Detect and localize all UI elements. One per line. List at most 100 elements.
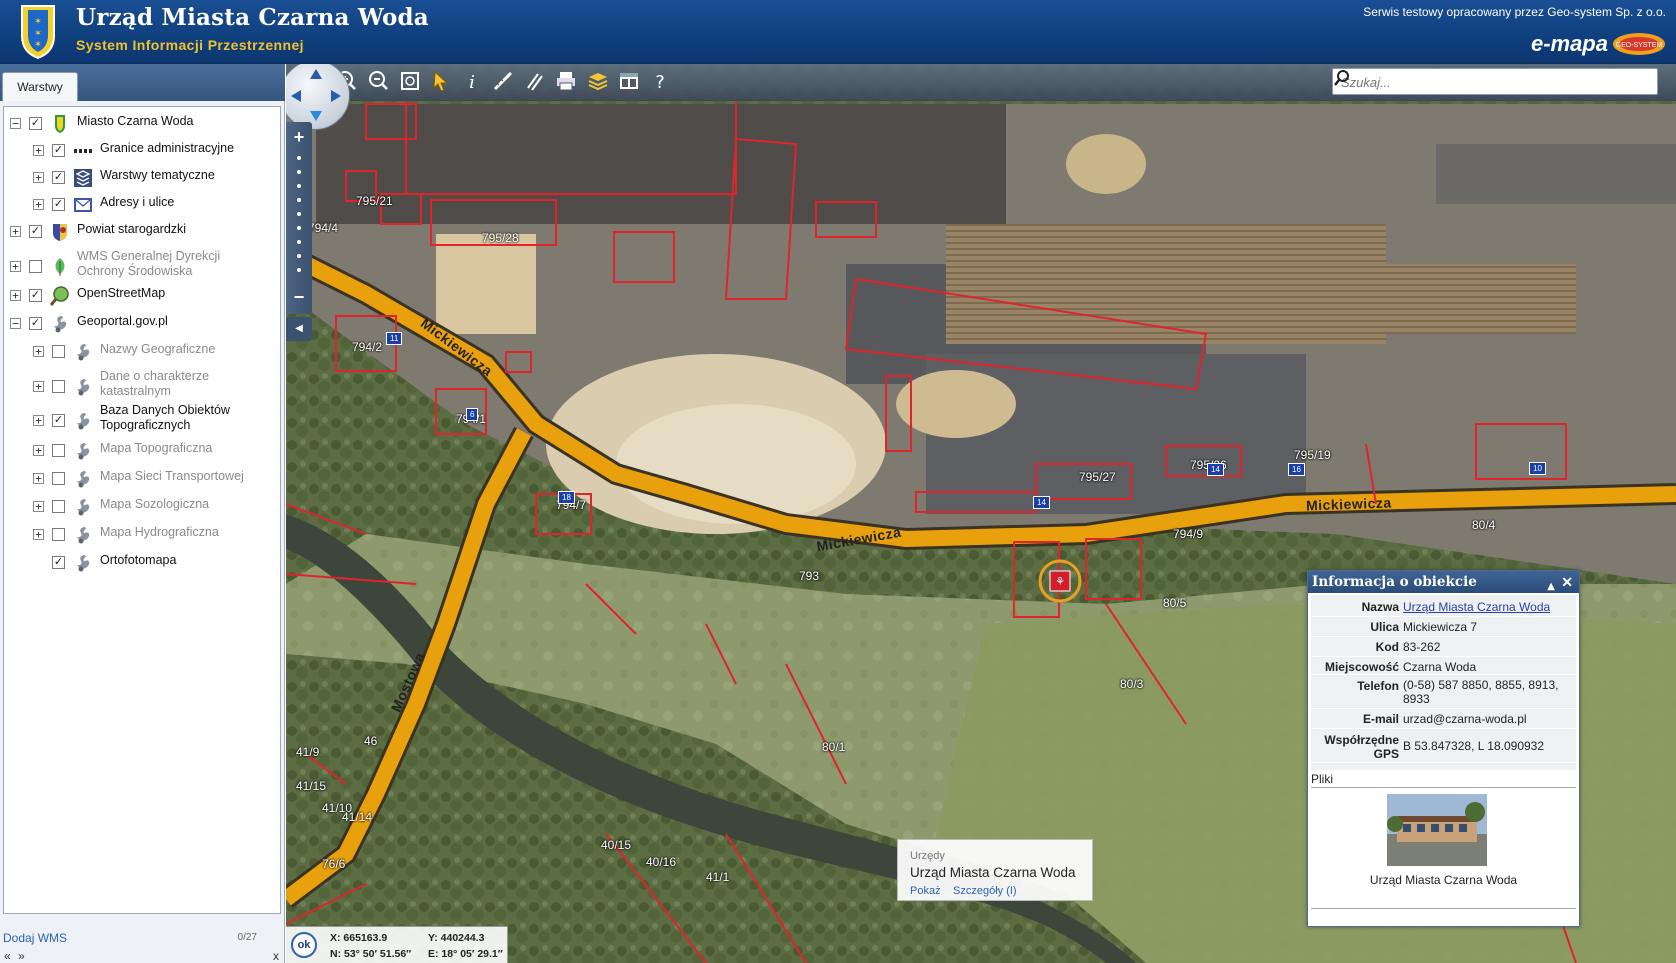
measure-area-tool-icon[interactable] (523, 69, 551, 97)
zoom-out-tool-icon[interactable] (366, 69, 394, 97)
zoom-extent-tool-icon[interactable] (398, 69, 426, 97)
layer-checkbox[interactable] (52, 500, 65, 513)
layer-checkbox[interactable]: ✓ (52, 198, 65, 211)
layer-label[interactable]: Mapa Sieci Transportowej (100, 469, 244, 484)
layer-label[interactable]: Miasto Czarna Woda (77, 114, 194, 129)
zoom-level-tick[interactable] (297, 198, 301, 202)
zoom-level-tick[interactable] (297, 212, 301, 216)
tooltip-show-link[interactable]: Pokaż (910, 885, 941, 897)
layer-label[interactable]: Mapa Hydrograficzna (100, 525, 219, 540)
collapse-toggle[interactable]: − (10, 318, 21, 329)
zoom-slider[interactable]: + − (286, 122, 312, 314)
layers-stack-icon (74, 169, 92, 187)
layer-checkbox[interactable]: ✓ (29, 225, 42, 238)
measure-distance-tool-icon[interactable] (491, 69, 519, 97)
tooltip-details-link[interactable]: Szczegóły (I) (953, 885, 1017, 897)
building-photo-thumbnail[interactable] (1387, 794, 1487, 866)
layer-checkbox[interactable]: ✓ (52, 556, 65, 569)
expand-toggle[interactable]: + (33, 529, 44, 540)
expand-toggle[interactable]: + (10, 261, 21, 272)
layer-checkbox[interactable]: ✓ (52, 144, 65, 157)
svg-text:✶: ✶ (34, 28, 42, 38)
info-tool-icon[interactable]: i (460, 69, 488, 97)
layer-label-line: WMS Generalnej Dyrekcji (77, 249, 221, 263)
brand-link[interactable]: e-mapa GEO-SYSTEM (1531, 30, 1666, 58)
layer-label[interactable]: Nazwy Geograficzne (100, 342, 215, 357)
zoom-level-tick[interactable] (297, 240, 301, 244)
layer-checkbox[interactable] (52, 380, 65, 393)
layer-label-line: Granice administracyjne (100, 141, 235, 155)
collapse-panel-button[interactable]: ◀ (286, 317, 312, 341)
expand-toggle[interactable]: + (33, 346, 44, 357)
layer-label[interactable]: Granice administracyjne (100, 141, 234, 156)
panel-close-button[interactable]: x (273, 949, 279, 963)
layer-label-line: Dane o charakterze (100, 369, 210, 383)
zoom-in-button[interactable]: + (289, 128, 309, 148)
info-key: E-mail (1362, 712, 1399, 726)
expand-toggle[interactable]: + (10, 226, 21, 237)
layer-checkbox[interactable]: ✓ (52, 171, 65, 184)
object-name-link[interactable]: Urząd Miasta Czarna Woda (1403, 600, 1550, 614)
layer-label[interactable]: Dane o charakterze katastralnym (100, 369, 209, 399)
collapse-toggle[interactable]: − (10, 118, 21, 129)
print-tool-icon[interactable] (554, 69, 582, 97)
layer-checkbox[interactable]: ✓ (52, 414, 65, 427)
tab-layers[interactable]: Warstwy (2, 72, 78, 101)
layer-checkbox[interactable] (52, 444, 65, 457)
layer-label[interactable]: Baza Danych Obiektów Topograficznych (100, 403, 230, 433)
layer-label[interactable]: Adresy i ulice (100, 195, 174, 210)
add-wms-link[interactable]: Dodaj WMS (3, 931, 67, 945)
layer-label[interactable]: Geoportal.gov.pl (77, 314, 168, 329)
zoom-level-tick[interactable] (297, 156, 301, 160)
layer-label[interactable]: Mapa Topograficzna (100, 441, 212, 456)
expand-toggle[interactable]: + (33, 415, 44, 426)
search-icon[interactable] (1333, 69, 1351, 87)
layer-checkbox[interactable] (52, 528, 65, 541)
expand-toggle[interactable]: + (33, 381, 44, 392)
tooltip-category: Urzędy (910, 850, 945, 862)
layer-checkbox[interactable]: ✓ (29, 117, 42, 130)
layer-label[interactable]: Powiat starogardzki (77, 222, 186, 237)
layer-checkbox[interactable]: ✓ (29, 289, 42, 302)
layer-checkbox[interactable] (52, 345, 65, 358)
layer-label[interactable]: Mapa Sozologiczna (100, 497, 209, 512)
layer-checkbox[interactable] (52, 472, 65, 485)
zoom-level-tick[interactable] (297, 254, 301, 258)
layer-row: + ✓ Adresy i ulice (4, 195, 280, 213)
expand-toggle[interactable]: + (10, 290, 21, 301)
page-next-button[interactable]: » (18, 949, 25, 963)
zoom-level-tick[interactable] (297, 226, 301, 230)
select-arrow-tool-icon[interactable] (429, 69, 457, 97)
expand-toggle[interactable]: + (33, 445, 44, 456)
help-tool-icon[interactable]: ? (648, 69, 676, 97)
layer-label-line: Baza Danych Obiektów (100, 403, 230, 417)
parcel-number-label: 41/15 (296, 779, 327, 793)
expand-toggle[interactable]: + (33, 172, 44, 183)
pan-control[interactable] (286, 64, 350, 130)
geoportal-icon (77, 443, 90, 460)
layer-checkbox[interactable]: ✓ (29, 317, 42, 330)
zoom-level-tick[interactable] (297, 268, 301, 272)
layer-label[interactable]: Ortofotomapa (100, 553, 176, 568)
zoom-level-tick[interactable] (297, 170, 301, 174)
zoom-level-tick[interactable] (297, 184, 301, 188)
zoom-out-button[interactable]: − (289, 288, 309, 308)
page-prev-button[interactable]: « (4, 949, 11, 963)
expand-toggle[interactable]: + (33, 199, 44, 210)
layout-tool-icon[interactable] (617, 69, 645, 97)
svg-text:?: ? (655, 72, 665, 93)
layer-label[interactable]: Warstwy tematyczne (100, 168, 215, 183)
expand-toggle[interactable]: + (33, 145, 44, 156)
layer-label[interactable]: OpenStreetMap (77, 286, 165, 301)
close-icon[interactable]: ✕ (1561, 572, 1573, 594)
parcel-number-label: 76/6 (322, 857, 346, 871)
layer-checkbox[interactable] (29, 260, 42, 273)
expand-toggle[interactable]: + (33, 501, 44, 512)
ok-button[interactable]: ok (291, 932, 317, 958)
file-attachment[interactable]: Urząd Miasta Czarna Woda (1311, 787, 1576, 909)
expand-toggle[interactable]: + (33, 473, 44, 484)
layers-tool-icon[interactable] (586, 69, 614, 97)
county-crest-icon (53, 224, 67, 241)
layer-label[interactable]: WMS Generalnej Dyrekcji Ochrony Środowisk… (77, 249, 220, 279)
search-input[interactable] (1341, 73, 1621, 92)
